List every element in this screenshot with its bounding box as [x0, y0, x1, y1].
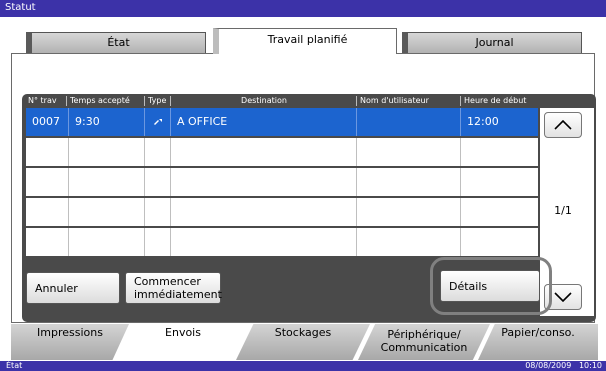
cell-user — [356, 138, 460, 166]
tab-etat-label: État — [107, 36, 130, 49]
cell-type — [144, 198, 170, 226]
cell-job-no: 0007 — [32, 115, 60, 128]
window-title-bar: Statut — [0, 0, 606, 17]
start-now-label-line1: Commencer — [134, 275, 201, 288]
cell-user — [356, 198, 460, 226]
cell-start — [460, 198, 538, 226]
table-row[interactable] — [26, 168, 538, 196]
tab-travail-planifie-label: Travail planifié — [267, 33, 348, 46]
col-header-job-no: N° trav — [28, 96, 57, 105]
cancel-button-label: Annuler — [35, 281, 78, 295]
cell-destination — [170, 198, 356, 226]
col-header-accepted: Temps accepté — [66, 96, 130, 106]
cell-user — [356, 228, 460, 256]
tab-etat[interactable]: État — [26, 32, 206, 53]
start-now-label-line2: immédiatement — [134, 288, 222, 301]
datetime-text: 08/08/2009 10:10 — [525, 361, 602, 370]
tab-stockages[interactable]: Stockages — [236, 324, 370, 360]
tab-travail-planifie[interactable]: Travail planifié — [213, 28, 397, 54]
cell-start — [460, 168, 538, 196]
cell-user — [356, 168, 460, 196]
cell-destination: A OFFICE — [170, 108, 356, 136]
cell-job-no — [26, 168, 68, 196]
status-bar: État 08/08/2009 10:10 — [0, 361, 606, 371]
tab-peripherique-label-line1: Périphérique/ — [387, 328, 461, 341]
tab-peripherique-label-line2: Communication — [380, 341, 468, 354]
tab-impressions-label: Impressions — [37, 326, 103, 339]
cell-start — [460, 138, 538, 166]
tab-envois[interactable]: Envois — [120, 324, 246, 360]
details-button-label: Détails — [449, 279, 488, 293]
details-button[interactable]: Détails — [440, 270, 540, 302]
col-header-user: Nom d'utilisateur — [356, 96, 429, 106]
cell-user — [356, 108, 460, 136]
col-header-destination: Destination — [170, 96, 354, 106]
cell-start: 12:00 — [460, 108, 538, 136]
cell-type — [144, 228, 170, 256]
cell-job-no — [26, 228, 68, 256]
table-row[interactable] — [26, 138, 538, 166]
cell-accepted — [68, 168, 144, 196]
tab-impressions[interactable]: Impressions — [11, 324, 129, 360]
page-indicator: 1/1 — [554, 204, 572, 217]
window-title: Statut — [5, 2, 36, 13]
tab-journal-label: Journal — [475, 36, 514, 49]
cell-job-no — [26, 198, 68, 226]
tab-papier-conso[interactable]: Papier/conso. — [478, 324, 598, 360]
chevron-up-icon — [554, 120, 572, 130]
cell-accepted: 9:30 — [68, 108, 144, 136]
cell-job-no — [26, 138, 68, 166]
chevron-down-icon — [554, 292, 572, 302]
col-header-type: Type — [144, 96, 166, 106]
cell-accepted — [68, 198, 144, 226]
cell-accepted — [68, 228, 144, 256]
tab-papier-conso-label: Papier/conso. — [501, 326, 575, 339]
cell-start — [460, 228, 538, 256]
cell-destination — [170, 228, 356, 256]
col-header-start: Heure de début — [460, 96, 526, 106]
status-text: État — [6, 361, 23, 370]
cell-destination — [170, 138, 356, 166]
table-row[interactable]: 0007 9:30 A OFFICE 12:00 — [26, 108, 538, 136]
tab-peripherique[interactable]: Périphérique/ Communication — [358, 324, 490, 360]
tab-journal[interactable]: Journal — [402, 32, 582, 53]
table-row[interactable] — [26, 198, 538, 226]
cell-type — [144, 168, 170, 196]
top-tab-bar: État Travail planifié Journal — [0, 23, 606, 54]
cell-type — [144, 138, 170, 166]
cell-accepted — [68, 138, 144, 166]
send-job-icon — [153, 119, 162, 125]
cancel-button[interactable]: Annuler — [26, 272, 120, 304]
scroll-up-button[interactable] — [544, 112, 582, 138]
bottom-tab-bar: Impressions Envois Stockages Périphériqu… — [0, 324, 606, 360]
cell-destination — [170, 168, 356, 196]
table-row[interactable] — [26, 228, 538, 256]
tab-envois-label: Envois — [165, 326, 201, 339]
cell-type — [144, 108, 170, 136]
start-now-button[interactable]: Commencer immédiatement — [125, 272, 222, 304]
tab-stockages-label: Stockages — [274, 326, 332, 339]
